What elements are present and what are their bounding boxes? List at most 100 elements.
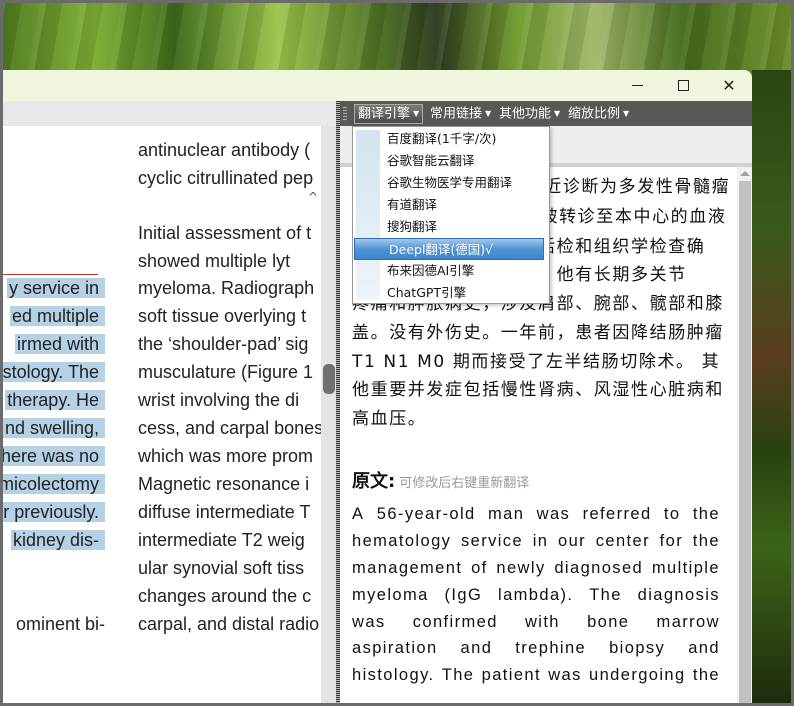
original-text-line[interactable]: management of newly diagnosed multiple bbox=[352, 559, 720, 578]
translation-line: T1 N1 M0 期而接受了左半结肠切除术。 其 bbox=[352, 352, 721, 372]
original-label: 原文: bbox=[352, 471, 396, 492]
grip-handle-icon[interactable] bbox=[343, 106, 347, 122]
engine-option[interactable]: 布来因德AI引擎 bbox=[387, 260, 474, 282]
word: was bbox=[352, 613, 386, 631]
word: aspiration bbox=[352, 639, 438, 657]
engine-option[interactable]: 有道翻译 bbox=[387, 194, 437, 216]
word: 56-year-old bbox=[376, 505, 476, 523]
word: and bbox=[688, 639, 720, 657]
pdf-text-line: the ‘shoulder-pad’ sig bbox=[138, 334, 309, 354]
pdf-text-line: r previously. bbox=[3, 500, 105, 524]
maximize-icon bbox=[677, 80, 689, 91]
selected-text: kidney dis- bbox=[10, 530, 105, 550]
pdf-text-line: irmed with bbox=[14, 332, 105, 356]
menu-common-links[interactable]: 常用链接 ▼ bbox=[427, 105, 494, 123]
original-header: 原文: 可修改后右键重新翻译 bbox=[352, 467, 529, 493]
pdf-toolbar bbox=[3, 101, 338, 126]
pdf-text-line: ular synovial soft tiss bbox=[138, 558, 305, 578]
minimize-button[interactable] bbox=[614, 70, 660, 101]
close-button[interactable]: ✕ bbox=[706, 70, 752, 101]
original-text-line[interactable]: histology. The patient was undergoing the bbox=[352, 666, 720, 685]
frame-border bbox=[0, 0, 3, 706]
text: ominent bi- bbox=[15, 614, 105, 634]
menu-other-functions[interactable]: 其他功能 ▼ bbox=[496, 105, 563, 123]
word: The bbox=[589, 586, 622, 604]
word: center bbox=[595, 532, 650, 550]
pdf-text-line: which was more prom bbox=[138, 446, 314, 466]
pdf-text-line: changes around the c bbox=[138, 586, 312, 606]
pdf-text-line: myeloma. Radiograph bbox=[138, 278, 315, 298]
word: undergoing bbox=[589, 666, 686, 684]
menu-zoom-ratio[interactable]: 缩放比例 ▼ bbox=[565, 105, 632, 123]
pdf-text-line: kidney dis- bbox=[10, 528, 105, 552]
menu-label: 缩放比例 bbox=[568, 106, 621, 122]
original-text-line[interactable]: aspiration and trephine biopsy and bbox=[352, 639, 720, 658]
word: for bbox=[659, 532, 684, 550]
word: marrow bbox=[656, 613, 720, 631]
translator-scrollbar-thumb[interactable] bbox=[739, 181, 751, 706]
pdf-text-line: stology. The bbox=[3, 360, 105, 384]
original-text-line[interactable]: A 56-year-old man was referred to the bbox=[352, 505, 720, 524]
pdf-text-line: cess, and carpal bones bbox=[138, 418, 321, 438]
engine-option[interactable]: 谷歌智能云翻译 bbox=[387, 150, 475, 172]
engine-option[interactable]: 搜狗翻译 bbox=[387, 216, 437, 238]
pdf-page[interactable]: ^ y service in ed multiple irmed with stolo… bbox=[3, 126, 321, 706]
dropdown-arrow-icon: ▼ bbox=[623, 109, 630, 118]
selected-text: here was no bbox=[3, 446, 105, 466]
translation-engine-dropdown: 百度翻译(1千字/次) 谷歌智能云翻译 谷歌生物医学专用翻译 有道翻译 搜狗翻译 Deep… bbox=[352, 126, 550, 304]
pdf-scrollbar[interactable] bbox=[321, 126, 336, 706]
menu-label: 常用链接 bbox=[430, 106, 483, 122]
pdf-text-line: y service in bbox=[6, 276, 105, 300]
pdf-text-line: nd swelling, bbox=[3, 416, 105, 440]
word: of bbox=[471, 559, 488, 577]
scroll-up-arrow-icon[interactable] bbox=[740, 171, 750, 176]
pdf-text-line: intermediate T2 weig bbox=[138, 530, 305, 550]
pdf-text-line: ed multiple bbox=[9, 304, 105, 328]
menu-label: 其他功能 bbox=[499, 106, 552, 122]
translation-line: 高血压。 bbox=[352, 409, 427, 429]
menu-translation-engine[interactable]: 翻译引擎 ▼ bbox=[354, 104, 424, 124]
word: and bbox=[460, 639, 493, 657]
minimize-icon bbox=[631, 85, 643, 86]
selected-text: irmed with bbox=[14, 334, 105, 354]
word: diagnosis bbox=[637, 586, 720, 604]
dropdown-arrow-icon: ▼ bbox=[554, 109, 561, 118]
word: to bbox=[663, 505, 681, 523]
selected-text: stology. The bbox=[3, 362, 105, 382]
engine-option[interactable]: 百度翻译(1千字/次) bbox=[387, 128, 496, 150]
title-bar: ✕ bbox=[3, 70, 752, 101]
pdf-text-line: Magnetic resonance i bbox=[138, 474, 310, 494]
word: the bbox=[692, 505, 720, 523]
selected-text: micolectomy bbox=[3, 474, 105, 494]
maximize-button[interactable] bbox=[660, 70, 706, 101]
word: myeloma bbox=[352, 586, 429, 604]
collapse-up-icon[interactable]: ^ bbox=[308, 190, 318, 204]
selected-text: therapy. He bbox=[5, 390, 105, 410]
word: was bbox=[536, 505, 571, 523]
dropdown-arrow-icon: ▼ bbox=[485, 109, 492, 118]
pdf-text-line: musculature (Figure 1 bbox=[138, 362, 314, 382]
word: man bbox=[487, 505, 525, 523]
word: referred bbox=[582, 505, 652, 523]
word: histology. bbox=[352, 666, 435, 684]
original-text-line[interactable]: myeloma (IgG lambda). The diagnosis bbox=[352, 586, 720, 605]
pdf-text-line: carpal, and distal radio bbox=[138, 614, 320, 634]
pdf-text-line: soft tissue overlying t bbox=[138, 306, 307, 326]
translation-line: 他重要并发症包括慢性肾病、风湿性心脏病和 bbox=[352, 380, 724, 400]
selected-text: r previously. bbox=[3, 502, 105, 522]
original-text-line[interactable]: was confirmed with bone marrow bbox=[352, 613, 720, 632]
engine-option[interactable]: 谷歌生物医学专用翻译 bbox=[387, 172, 512, 194]
pdf-text-line: ominent bi- bbox=[16, 612, 105, 636]
original-text-line[interactable]: hematology service in our center for the bbox=[352, 532, 720, 551]
word: our bbox=[558, 532, 587, 550]
engine-option[interactable]: Deepl翻译(德国)√ bbox=[354, 238, 544, 260]
translator-menubar: 翻译引擎 ▼ 常用链接 ▼ 其他功能 ▼ 缩放比例 ▼ bbox=[340, 101, 752, 126]
pdf-scrollbar-thumb[interactable] bbox=[323, 364, 335, 394]
translation-line: 盖。没有外伤史。一年前，患者因降结肠肿瘤 bbox=[352, 323, 724, 343]
pdf-text-line: therapy. He bbox=[5, 388, 105, 412]
menu-label: 翻译引擎 bbox=[358, 106, 411, 122]
word: the bbox=[692, 532, 720, 550]
pdf-text-line: wrist involving the di bbox=[138, 390, 300, 410]
engine-option[interactable]: ChatGPT引擎 bbox=[387, 282, 466, 304]
word: lambda). bbox=[498, 586, 574, 604]
